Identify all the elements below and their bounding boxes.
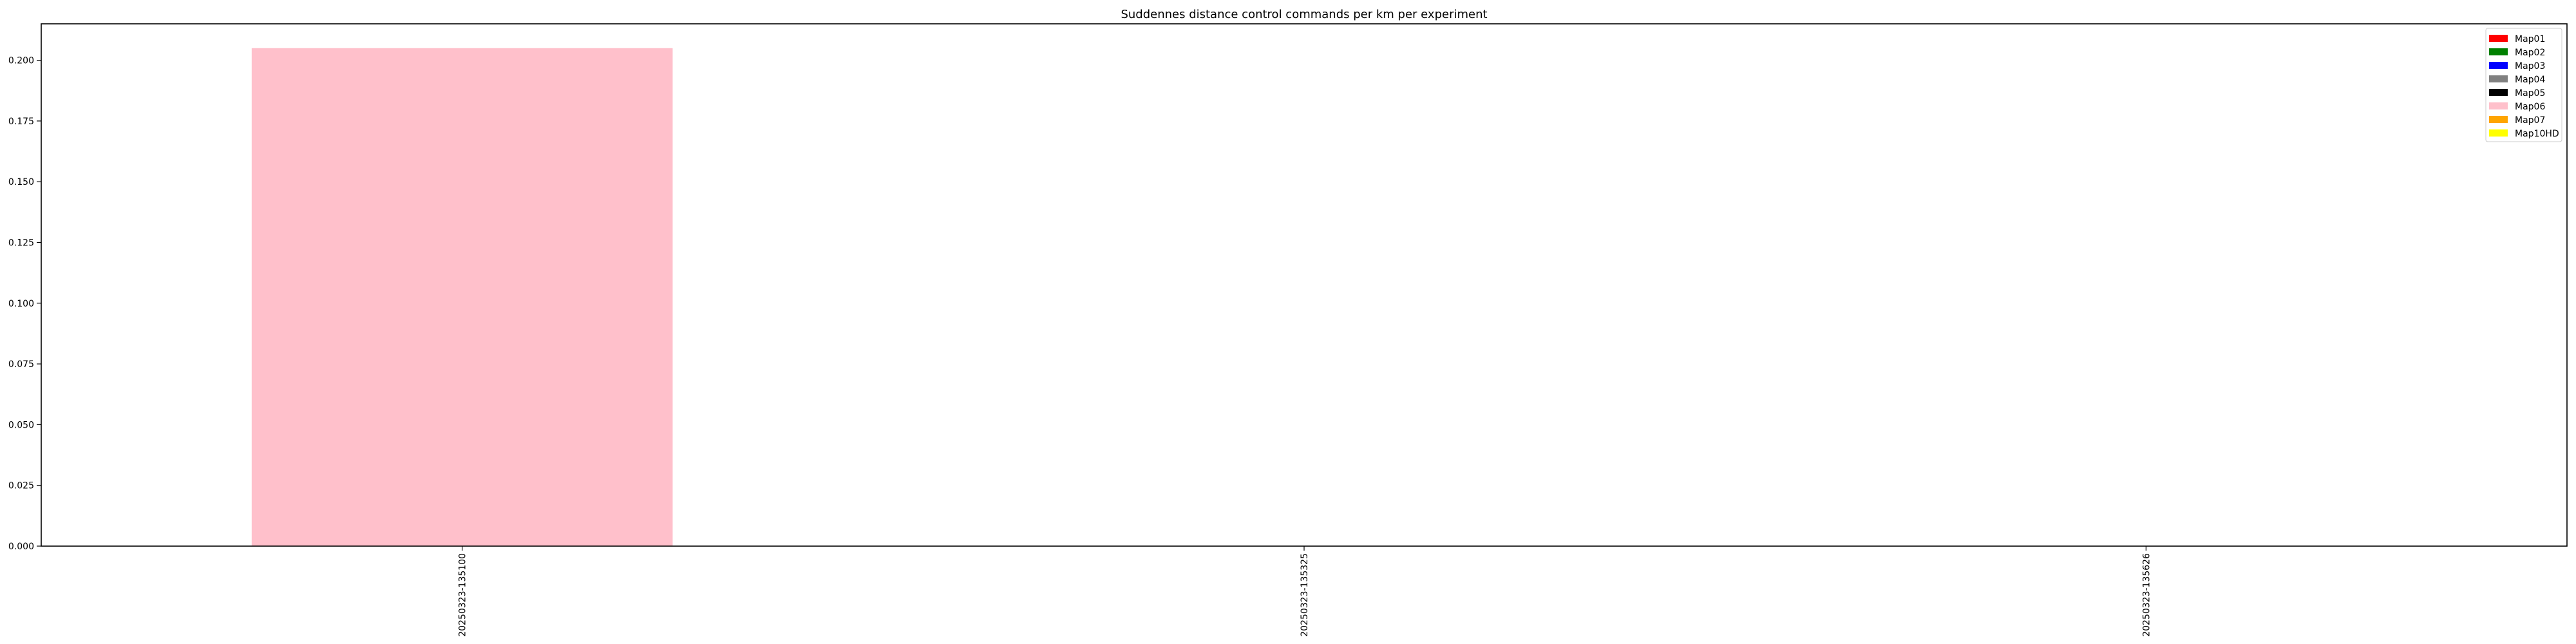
legend-swatch-map03 xyxy=(2489,62,2508,69)
legend: Map01 Map02 Map03 Map04 Map05 Map06 Map07 Map10… xyxy=(2485,28,2562,142)
legend-swatch-map05 xyxy=(2489,89,2508,96)
legend-label: Map03 xyxy=(2515,61,2545,71)
chart-title: Suddennes distance control commands per … xyxy=(1121,8,1487,21)
legend-label: Map05 xyxy=(2515,88,2545,99)
x-tick-label: 20250323-135325 xyxy=(1300,553,1310,637)
y-tick-label: 0.075 xyxy=(8,359,34,370)
legend-swatch-map01 xyxy=(2489,35,2508,42)
legend-swatch-map07 xyxy=(2489,116,2508,123)
x-tick-label: 20250323-135626 xyxy=(2141,553,2152,637)
y-tick-label: 0.200 xyxy=(8,56,34,66)
y-tick-label: 0.000 xyxy=(8,542,34,552)
legend-label: Map04 xyxy=(2515,75,2545,85)
legend-swatch-map06 xyxy=(2489,102,2508,109)
y-tick-label: 0.150 xyxy=(8,177,34,187)
bar-chart: Suddennes distance control commands per … xyxy=(8,8,2568,637)
y-tick-label: 0.050 xyxy=(8,420,34,430)
legend-label: Map10HD xyxy=(2515,129,2559,139)
legend-label: Map01 xyxy=(2515,34,2545,44)
y-tick-label: 0.025 xyxy=(8,481,34,491)
legend-swatch-map04 xyxy=(2489,75,2508,82)
legend-label: Map07 xyxy=(2515,115,2545,126)
y-tick-label: 0.100 xyxy=(8,299,34,309)
y-tick-label: 0.125 xyxy=(8,238,34,248)
legend-swatch-map10hd xyxy=(2489,129,2508,137)
y-tick-label: 0.175 xyxy=(8,117,34,127)
legend-swatch-map02 xyxy=(2489,48,2508,55)
x-tick-label: 20250323-135100 xyxy=(458,553,468,637)
legend-label: Map02 xyxy=(2515,48,2545,58)
bar-map06-0 xyxy=(251,48,673,546)
legend-label: Map06 xyxy=(2515,102,2545,112)
